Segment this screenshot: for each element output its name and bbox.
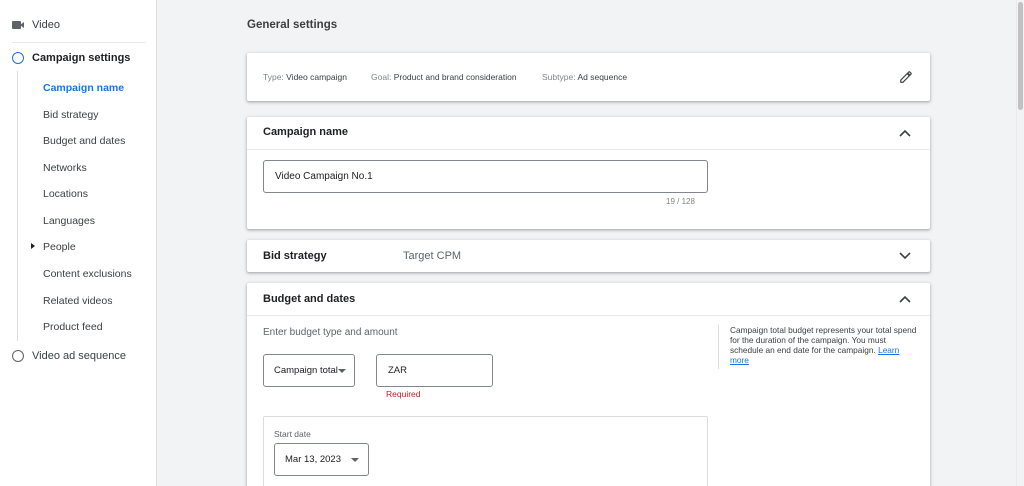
step-connector-line — [17, 71, 18, 341]
caret-down-icon — [351, 458, 359, 462]
goal-summary: Goal: Product and brand consideration — [371, 72, 517, 82]
subtype-summary: Subtype: Ad sequence — [542, 72, 628, 82]
card-divider — [247, 149, 930, 150]
step-label: Video ad sequence — [32, 350, 126, 362]
campaign-summary-card: Type: Video campaign Goal: Product and b… — [247, 53, 930, 101]
scrollbar-thumb[interactable] — [1018, 2, 1023, 110]
character-counter: 19 / 128 — [666, 197, 695, 206]
campaign-name-input[interactable]: Video Campaign No.1 — [263, 160, 708, 193]
required-error: Required — [386, 389, 421, 399]
sidebar-item-languages[interactable]: Languages — [43, 215, 95, 227]
pencil-icon[interactable] — [899, 70, 913, 84]
sidebar-divider — [12, 42, 146, 43]
card-title: Campaign name — [263, 126, 348, 138]
budget-and-dates-card: Budget and dates Enter budget type and a… — [247, 283, 930, 486]
start-date-label: Start date — [274, 429, 311, 439]
budget-hint: Enter budget type and amount — [263, 327, 398, 338]
sidebar-item-related-videos[interactable]: Related videos — [43, 295, 112, 307]
sidebar-item-label: Video — [32, 19, 60, 31]
card-title: Budget and dates — [263, 293, 356, 305]
video-icon — [12, 20, 24, 30]
expand-arrow-icon[interactable] — [31, 243, 35, 249]
bid-strategy-card[interactable]: Bid strategy Target CPM — [247, 240, 930, 272]
card-title: Bid strategy — [263, 250, 327, 262]
sidebar-item-people[interactable]: People — [43, 241, 76, 253]
start-date-section: Start date Mar 13, 2023 — [263, 416, 708, 486]
start-date-select[interactable]: Mar 13, 2023 — [274, 443, 369, 476]
sidebar-item-product-feed[interactable]: Product feed — [43, 321, 103, 333]
chevron-up-icon[interactable] — [899, 129, 911, 137]
sidebar-item-campaign-name[interactable]: Campaign name — [43, 82, 124, 94]
card-divider — [247, 315, 930, 316]
step-campaign-settings[interactable]: Campaign settings — [12, 52, 130, 64]
step-circle-icon — [12, 52, 24, 64]
sidebar-item-budget-and-dates[interactable]: Budget and dates — [43, 135, 125, 147]
budget-type-select[interactable]: Campaign total — [263, 354, 355, 387]
caret-down-icon — [338, 369, 346, 373]
page-title: General settings — [247, 19, 338, 31]
sidebar-item-networks[interactable]: Networks — [43, 162, 87, 174]
sidebar-item-content-exclusions[interactable]: Content exclusions — [43, 268, 132, 280]
sidebar-item-video[interactable]: Video — [12, 19, 60, 31]
sidebar-item-bid-strategy[interactable]: Bid strategy — [43, 109, 98, 121]
step-label: Campaign settings — [32, 52, 131, 64]
campaign-name-card: Campaign name Video Campaign No.1 19 / 1… — [247, 117, 930, 229]
chevron-up-icon[interactable] — [899, 295, 911, 303]
budget-amount-input[interactable]: ZAR — [376, 354, 493, 387]
step-video-ad-sequence[interactable]: Video ad sequence — [12, 350, 126, 362]
bid-strategy-value: Target CPM — [403, 250, 462, 262]
type-summary: Type: Video campaign — [263, 72, 347, 82]
chevron-down-icon[interactable] — [899, 252, 911, 260]
sidebar: Video Campaign settings Campaign name Bi… — [0, 0, 157, 486]
sidebar-item-locations[interactable]: Locations — [43, 188, 88, 200]
budget-info-panel: Campaign total budget represents your to… — [718, 325, 918, 369]
scrollbar[interactable] — [1016, 0, 1024, 486]
step-circle-icon — [12, 350, 24, 362]
